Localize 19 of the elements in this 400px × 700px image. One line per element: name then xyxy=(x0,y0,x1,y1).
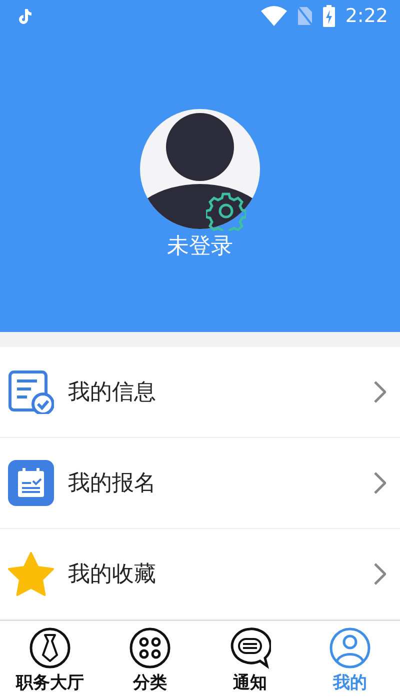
music-note-icon xyxy=(18,8,32,24)
necktie-icon xyxy=(29,626,71,669)
chat-bubble-icon xyxy=(229,626,271,669)
calendar-icon xyxy=(8,460,54,506)
wifi-icon xyxy=(261,6,288,26)
document-check-icon xyxy=(8,370,54,414)
nav-tab[interactable]: 职务大厅 xyxy=(0,620,100,700)
star-icon xyxy=(8,552,54,596)
chevron-right-icon xyxy=(374,562,386,585)
charging-battery-icon xyxy=(323,5,336,28)
chevron-right-icon xyxy=(374,380,386,403)
grid-dots-icon xyxy=(129,626,171,669)
chevron-right-icon xyxy=(374,472,386,494)
no-sim-icon xyxy=(297,6,314,26)
settings-icon[interactable] xyxy=(206,190,246,231)
nav-tab[interactable]: 通知 xyxy=(200,620,300,700)
clock-time: 2:22 xyxy=(345,5,388,28)
nav-tab[interactable]: 分类 xyxy=(100,620,200,700)
user-icon xyxy=(329,626,371,669)
